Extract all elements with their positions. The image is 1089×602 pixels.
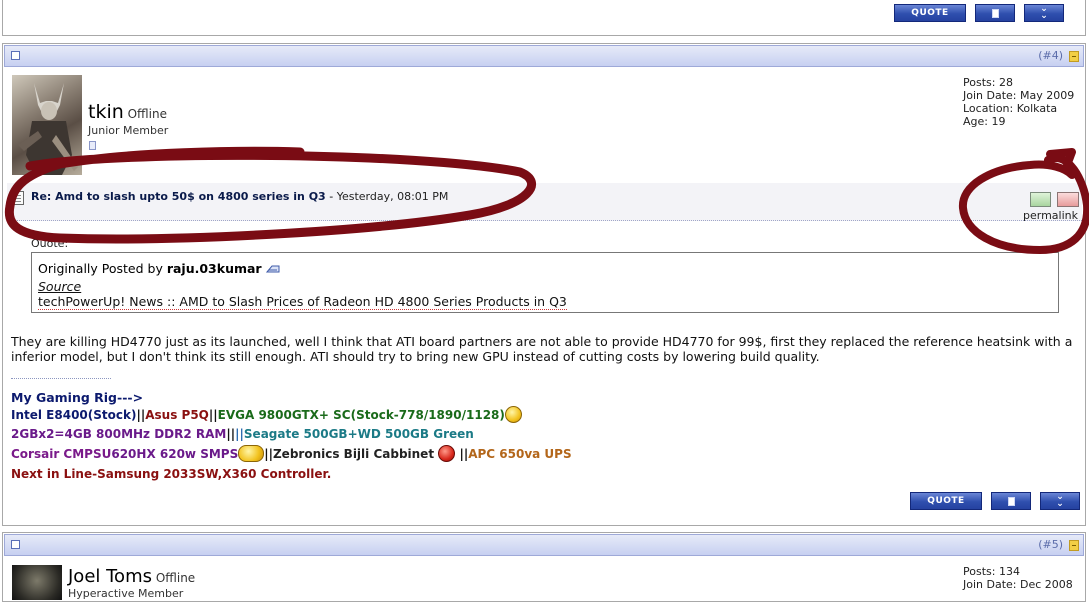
flag-icon[interactable]	[1057, 192, 1079, 207]
sig-cpu: Intel E8400(Stock)	[11, 408, 137, 422]
stat-age: Age: 19	[963, 115, 1006, 128]
post-number[interactable]: (#5)	[1038, 538, 1063, 551]
sig-psu: 620HX 620w SMPS	[111, 447, 239, 461]
post-4-header: (#4)	[4, 45, 1084, 67]
permalink-link[interactable]: permalink	[1023, 209, 1078, 222]
username-block: Joel Toms Offline	[68, 566, 195, 587]
double-chevron-down-icon: ⌄ ⌄	[1040, 4, 1048, 21]
sig-storage: Seagate 500GB+WD 500GB Green	[243, 427, 474, 441]
minimize-icon[interactable]	[1069, 540, 1079, 551]
multi-quote-button[interactable]	[975, 4, 1015, 22]
reputation-icon	[89, 141, 96, 150]
post-checkbox[interactable]	[11, 540, 20, 549]
signature-line-4: Next in Line-Samsung 2033SW,X360 Control…	[11, 467, 332, 481]
stat-join-date: Join Date: Dec 2008	[963, 578, 1073, 591]
signature-line-3: Corsair CMPSU620HX 620w SMPS ||Zebronics …	[11, 445, 572, 462]
post-date: Yesterday, 08:01 PM	[336, 190, 449, 203]
stat-posts: Posts: 28	[963, 76, 1013, 89]
signature-separator	[11, 378, 111, 379]
user-stats: Posts: 134 Join Date: Dec 2008	[963, 565, 1073, 591]
post-message: They are killing HD4770 just as its laun…	[11, 334, 1073, 364]
sig-ups: APC 650va UPS	[468, 447, 572, 461]
view-post-icon[interactable]	[265, 262, 280, 273]
sig-psu-brand: Corsair CMPSU	[11, 447, 112, 461]
quote-box: Originally Posted by raju.03kumar Source…	[31, 252, 1059, 313]
quote-button[interactable]: QUOTE	[910, 492, 982, 510]
sig-ram: 2GBx2=4GB 800MHz DDR2 RAM	[11, 427, 227, 441]
minimize-icon[interactable]	[1069, 51, 1079, 62]
sig-sep: ||	[459, 447, 469, 461]
sig-sep: ||	[136, 408, 146, 422]
expand-button[interactable]: ⌄ ⌄	[1024, 4, 1064, 22]
double-chevron-down-icon: ⌄ ⌄	[1056, 492, 1064, 509]
username-link[interactable]: tkin	[88, 101, 124, 123]
avatar	[12, 75, 82, 175]
online-status: Offline	[155, 571, 196, 585]
signature-heading: My Gaming Rig--->	[11, 390, 144, 405]
post-5-header: (#5)	[4, 534, 1084, 556]
post-3-frame: QUOTE ⌄ ⌄	[2, 0, 1086, 36]
signature-line-1: Intel E8400(Stock)||Asus P5Q||EVGA 9800G…	[11, 406, 522, 423]
sig-sep: ||	[208, 408, 218, 422]
user-title: Junior Member	[88, 124, 169, 137]
sig-sep-blue: ||	[235, 427, 244, 441]
stat-posts: Posts: 134	[963, 565, 1020, 578]
stat-location: Location: Kolkata	[963, 102, 1058, 115]
source-label[interactable]: Source	[38, 279, 81, 294]
originally-posted-by: Originally Posted by	[38, 261, 163, 276]
sig-motherboard: Asus P5Q	[145, 408, 209, 422]
sig-sep: ||	[226, 427, 236, 441]
quote-button[interactable]: QUOTE	[894, 4, 966, 22]
report-icon[interactable]	[1030, 192, 1051, 207]
username-block: tkin Offline	[88, 101, 167, 123]
post-3-buttons: QUOTE ⌄ ⌄	[894, 4, 1064, 22]
post-title: Re: Amd to slash upto 50$ on 4800 series…	[31, 190, 448, 203]
stat-join-date: Join Date: May 2009	[963, 89, 1075, 102]
user-stats: Posts: 28 Join Date: May 2009 Location: …	[963, 76, 1074, 128]
angry-smiley-icon	[438, 445, 456, 462]
post-icon	[12, 191, 24, 205]
post-checkbox[interactable]	[11, 51, 20, 60]
sig-gpu: EVGA 9800GTX+ SC(Stock-778/1890/1128)	[217, 408, 505, 422]
user-title: Hyperactive Member	[68, 587, 184, 600]
post-title-text: Re: Amd to slash upto 50$ on 4800 series…	[31, 190, 326, 203]
username-link[interactable]: Joel Toms	[68, 566, 152, 587]
thumbs-up-smiley-icon	[238, 445, 265, 462]
post-number[interactable]: (#4)	[1038, 49, 1063, 62]
armored-warrior-image	[18, 83, 78, 175]
sig-sep: ||	[264, 447, 273, 461]
quote-attribution: Originally Posted by raju.03kumar	[38, 261, 280, 276]
cool-smiley-icon	[504, 406, 522, 423]
document-icon	[1007, 496, 1015, 506]
quote-label: Quote:	[31, 237, 69, 247]
multi-quote-button[interactable]	[991, 492, 1031, 510]
expand-button[interactable]: ⌄ ⌄	[1040, 492, 1080, 510]
online-status: Offline	[127, 107, 167, 121]
title-separator: -	[325, 190, 337, 203]
post-4-buttons: QUOTE ⌄ ⌄	[910, 492, 1080, 510]
news-link[interactable]: techPowerUp! News :: AMD to Slash Prices…	[38, 294, 567, 310]
sig-cabinet: Zebronics Bijli Cabbinet	[272, 447, 435, 461]
document-icon	[991, 8, 999, 18]
quote-author: raju.03kumar	[166, 261, 262, 276]
signature-line-2: 2GBx2=4GB 800MHz DDR2 RAM||||Seagate 500…	[11, 427, 474, 441]
